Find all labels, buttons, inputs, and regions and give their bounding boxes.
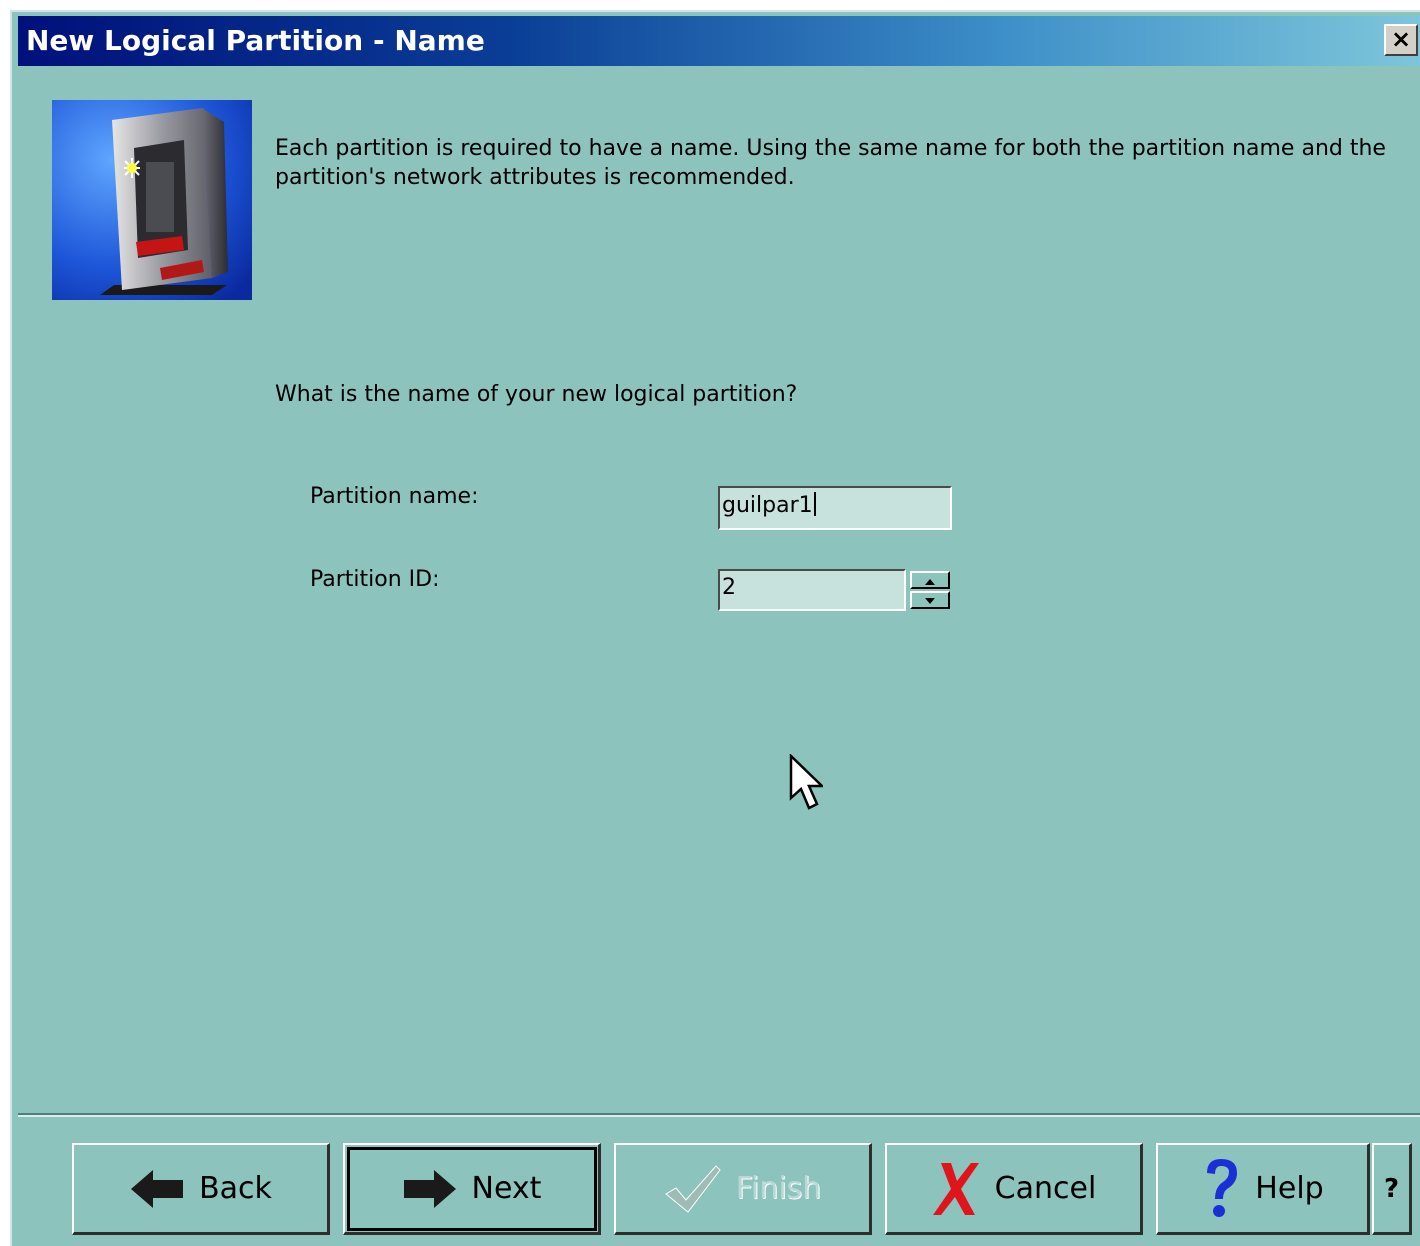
partition-name-label: Partition name: [310, 484, 479, 509]
close-button[interactable]: × [1384, 24, 1418, 56]
chevron-down-icon [925, 598, 935, 604]
close-icon: × [1390, 25, 1412, 53]
stepper-down-button[interactable] [910, 591, 950, 609]
finish-button-label: Finish [735, 1171, 822, 1206]
help-button[interactable]: Help [1156, 1143, 1370, 1235]
cancel-button[interactable]: Cancel [885, 1143, 1143, 1235]
partition-id-value: 2 [722, 575, 736, 600]
title-bar[interactable]: New Logical Partition - Name × [18, 16, 1420, 66]
help-button-label: Help [1255, 1171, 1324, 1206]
partition-id-stepper[interactable] [908, 569, 952, 611]
footer-separator [18, 1113, 1420, 1117]
red-x-icon [932, 1162, 979, 1215]
window-title: New Logical Partition - Name [26, 24, 485, 57]
text-caret [813, 492, 816, 516]
cancel-button-label: Cancel [994, 1171, 1097, 1206]
question-mark-icon [1207, 1158, 1238, 1217]
checkmark-icon [664, 1164, 721, 1213]
partition-name-value: guilpar1 [722, 493, 813, 518]
chevron-up-icon [925, 579, 935, 585]
back-button[interactable]: Back [72, 1143, 330, 1235]
context-help-label: ? [1383, 1173, 1400, 1204]
partition-name-input[interactable]: guilpar1 [718, 486, 952, 530]
next-button-label: Next [471, 1171, 542, 1206]
mouse-pointer-icon [789, 754, 823, 810]
next-button[interactable]: Next [343, 1143, 601, 1235]
arrow-right-icon [403, 1169, 456, 1208]
arrow-left-icon [131, 1169, 184, 1208]
wizard-window: New Logical Partition - Name × Each part… [10, 10, 1420, 1246]
question-text: What is the name of your new logical par… [275, 382, 798, 407]
partition-id-label: Partition ID: [310, 567, 440, 592]
intro-text: Each partition is required to have a nam… [275, 136, 1386, 190]
server-tower-icon [52, 100, 252, 300]
partition-id-input[interactable]: 2 [718, 569, 906, 611]
context-help-button[interactable]: ? [1372, 1143, 1412, 1235]
back-button-label: Back [199, 1171, 272, 1206]
stepper-up-button[interactable] [910, 571, 950, 589]
finish-button[interactable]: Finish [614, 1143, 872, 1235]
